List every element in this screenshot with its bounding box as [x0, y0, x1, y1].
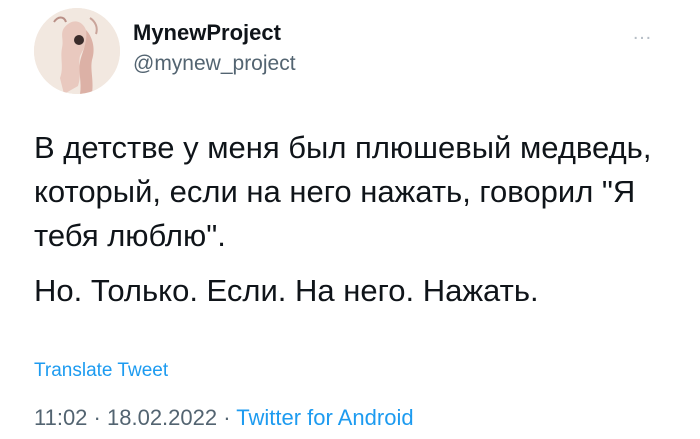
- tweet-metadata: 11:02 · 18.02.2022 · Twitter for Android: [34, 405, 414, 431]
- translate-tweet-link[interactable]: Translate Tweet: [34, 360, 168, 382]
- tweet-time[interactable]: 11:02: [34, 405, 87, 430]
- tweet-paragraph-2: Но. Только. Если. На него. Нажать.: [34, 273, 539, 308]
- meta-separator: ·: [93, 405, 101, 430]
- tweet-date[interactable]: 18.02.2022: [107, 405, 217, 430]
- more-options-icon[interactable]: …: [632, 23, 653, 43]
- avatar[interactable]: [34, 8, 120, 94]
- display-name[interactable]: MynewProject: [133, 20, 281, 46]
- meta-separator: ·: [223, 405, 231, 430]
- tweet-text: В детстве у меня был плюшевый медведь, к…: [34, 126, 674, 313]
- tweet-paragraph-1: В детстве у меня был плюшевый медведь, к…: [34, 130, 652, 253]
- tweet-source-link[interactable]: Twitter for Android: [236, 405, 413, 430]
- user-handle[interactable]: @mynew_project: [133, 52, 296, 76]
- avatar-image: [34, 8, 120, 94]
